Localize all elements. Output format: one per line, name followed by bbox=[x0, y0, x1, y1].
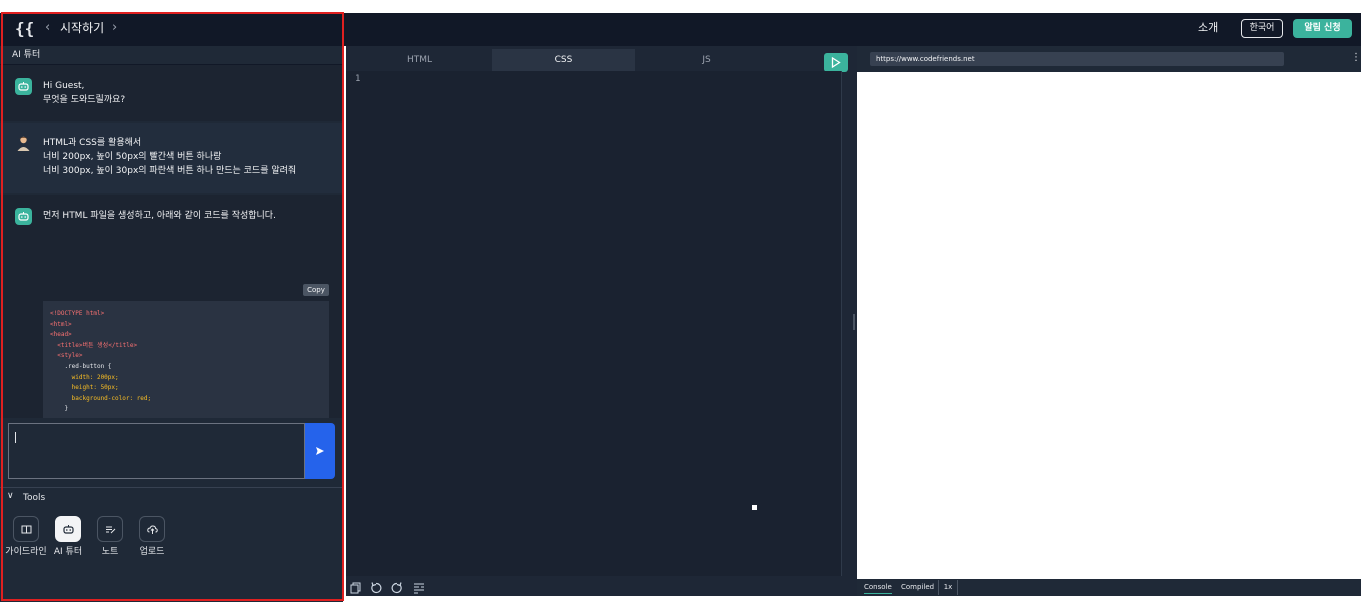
chat-input[interactable] bbox=[8, 423, 305, 479]
code-line: <!DOCTYPE html> bbox=[50, 310, 105, 317]
more-options-icon[interactable]: ⋮ bbox=[1351, 52, 1361, 64]
note-icon[interactable] bbox=[97, 516, 123, 542]
code-line: .red-button { bbox=[50, 362, 112, 370]
tab-js[interactable]: JS bbox=[635, 49, 778, 71]
tab-css[interactable]: CSS bbox=[492, 49, 635, 71]
bot-avatar-icon bbox=[15, 208, 32, 225]
editor-toolbar bbox=[346, 576, 852, 596]
copy-file-icon[interactable] bbox=[350, 579, 364, 594]
preview-frame[interactable] bbox=[857, 72, 1361, 579]
chat-message-bot: Hi Guest, 무엇을 도와드릴까요? bbox=[0, 65, 343, 121]
tab-compiled[interactable]: Compiled bbox=[901, 582, 934, 593]
code-line: } bbox=[50, 405, 69, 413]
code-line: background-color: red; bbox=[50, 394, 152, 402]
zoom-level[interactable]: 1x bbox=[938, 580, 958, 595]
about-link[interactable]: 소개 bbox=[1198, 21, 1218, 35]
tools-title: Tools bbox=[23, 493, 46, 503]
code-line: <style> bbox=[50, 352, 83, 360]
upload-icon[interactable] bbox=[139, 516, 165, 542]
chevron-down-icon[interactable]: ∨ bbox=[7, 491, 14, 501]
code-line: <title>버튼 생성</title> bbox=[50, 341, 138, 349]
bot-avatar-icon bbox=[15, 78, 32, 95]
book-icon[interactable] bbox=[13, 516, 39, 542]
output-tabs: Console Compiled 1x bbox=[857, 579, 1361, 596]
redo-icon[interactable] bbox=[391, 579, 405, 594]
preview-panel: https://www.codefriends.net ⋮ Console Co… bbox=[857, 46, 1361, 596]
chat-messages[interactable]: Hi Guest, 무엇을 도와드릴까요? HTML과 CSS를 활용해서 너비… bbox=[0, 65, 343, 418]
chat-message-text: 먼저 HTML 파일을 생성하고, 아래와 같이 코드를 작성합니다. bbox=[43, 211, 276, 221]
chat-input-area bbox=[0, 418, 343, 486]
code-editor: HTML CSS JS 1 bbox=[346, 46, 852, 596]
tool-upload[interactable]: 업로드 bbox=[132, 516, 172, 558]
chat-message-user: HTML과 CSS를 활용해서 너비 200px, 높이 50px의 빨간색 버… bbox=[0, 123, 343, 193]
send-icon bbox=[316, 447, 324, 455]
code-line: height: 50px; bbox=[50, 384, 119, 392]
code-input[interactable]: 1 bbox=[346, 71, 842, 576]
chat-message-text: Hi Guest, 무엇을 도와드릴까요? bbox=[43, 81, 126, 105]
breadcrumb[interactable]: 시작하기 bbox=[60, 20, 104, 36]
undo-icon[interactable] bbox=[370, 579, 384, 594]
tutor-title: AI 튜터 bbox=[12, 50, 41, 60]
robot-icon[interactable] bbox=[55, 516, 81, 542]
chevron-right-icon[interactable]: › bbox=[112, 19, 117, 37]
run-button[interactable] bbox=[824, 53, 848, 72]
top-bar: {{ ‹ 시작하기 › 소개 한국어 알림 신청 bbox=[0, 13, 1361, 46]
code-block[interactable]: <!DOCTYPE html> <html> <head> <title>버튼 생성… bbox=[43, 301, 329, 418]
line-number: 1 bbox=[355, 74, 361, 84]
copy-button[interactable]: Copy bbox=[303, 284, 329, 296]
user-avatar-icon bbox=[15, 135, 32, 152]
grip-icon bbox=[853, 314, 855, 330]
send-button[interactable] bbox=[305, 423, 335, 479]
notify-button[interactable]: 알림 신청 bbox=[1293, 19, 1352, 38]
text-caret bbox=[15, 432, 16, 443]
tutor-header: AI 튜터 bbox=[0, 46, 343, 65]
play-icon bbox=[831, 57, 841, 68]
tab-console[interactable]: Console bbox=[864, 582, 892, 594]
chat-message-text: HTML과 CSS를 활용해서 너비 200px, 높이 50px의 빨간색 버… bbox=[43, 138, 297, 176]
chevron-left-icon[interactable]: ‹ bbox=[45, 19, 50, 37]
tools-header[interactable]: ∨ Tools bbox=[0, 487, 343, 507]
editor-tabs: HTML CSS JS bbox=[346, 49, 852, 72]
language-button[interactable]: 한국어 bbox=[1241, 19, 1283, 38]
code-line: width: 200px; bbox=[50, 373, 119, 381]
tab-html[interactable]: HTML bbox=[348, 49, 491, 71]
code-line: <html> bbox=[50, 320, 72, 328]
format-icon[interactable] bbox=[413, 579, 427, 594]
logo-icon[interactable]: {{ bbox=[15, 18, 37, 40]
url-bar[interactable]: https://www.codefriends.net bbox=[870, 52, 1284, 66]
code-line: <head> bbox=[50, 331, 72, 339]
mouse-cursor bbox=[752, 505, 757, 510]
tool-label: 업로드 bbox=[139, 547, 165, 557]
ai-tutor-panel: AI 튜터 Hi Guest, 무엇을 도와드릴까요? HTML과 CSS를 활… bbox=[0, 46, 343, 602]
